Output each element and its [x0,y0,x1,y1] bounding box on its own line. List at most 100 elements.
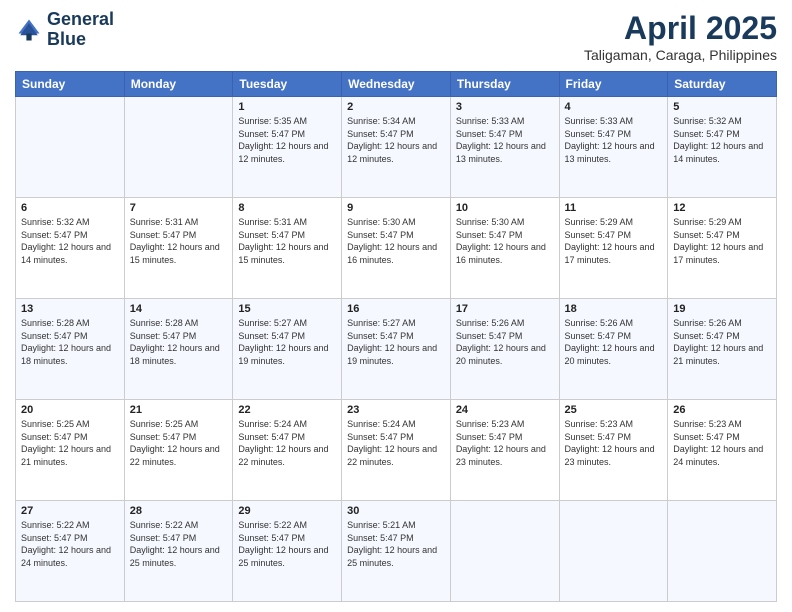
day-info: Sunrise: 5:31 AM Sunset: 5:47 PM Dayligh… [238,216,336,266]
calendar-week-row: 1Sunrise: 5:35 AM Sunset: 5:47 PM Daylig… [16,97,777,198]
calendar-cell [16,97,125,198]
calendar-day-header: Saturday [668,72,777,97]
calendar-cell: 9 Sunrise: 5:30 AM Sunset: 5:47 PM Daylig… [342,198,451,299]
calendar-cell: 26Sunrise: 5:23 AM Sunset: 5:47 PM Dayli… [668,400,777,501]
day-info: Sunrise: 5:26 AM Sunset: 5:47 PM Dayligh… [456,317,554,367]
day-number: 14 [130,303,228,315]
header: General Blue April 2025 Taligaman, Carag… [15,10,777,63]
day-number: 8 [238,202,336,214]
calendar-day-header: Wednesday [342,72,451,97]
day-number: 30 [347,505,445,517]
calendar-cell: 3 Sunrise: 5:33 AM Sunset: 5:47 PM Daylig… [450,97,559,198]
day-info: Sunrise: 5:22 AM Sunset: 5:47 PM Dayligh… [21,519,119,569]
calendar-day-header: Friday [559,72,668,97]
logo-icon [15,16,43,44]
calendar-day-header: Sunday [16,72,125,97]
day-info: Sunrise: 5:23 AM Sunset: 5:47 PM Dayligh… [456,418,554,468]
day-number: 18 [565,303,663,315]
calendar-cell: 10 Sunrise: 5:30 AM Sunset: 5:47 PM Dayli… [450,198,559,299]
day-number: 20 [21,404,119,416]
logo-text: General Blue [47,10,114,50]
calendar-cell: 30 Sunrise: 5:21 AM Sunset: 5:47 PM Dayli… [342,501,451,602]
day-info: Sunrise: 5:22 AM Sunset: 5:47 PM Dayligh… [238,519,336,569]
calendar-cell: 2 Sunrise: 5:34 AM Sunset: 5:47 PM Daylig… [342,97,451,198]
calendar-cell: 1Sunrise: 5:35 AM Sunset: 5:47 PM Daylig… [233,97,342,198]
calendar-cell: 19 Sunrise: 5:26 AM Sunset: 5:47 PM Dayli… [668,299,777,400]
calendar-day-header: Thursday [450,72,559,97]
day-info: Sunrise: 5:33 AM Sunset: 5:47 PM Dayligh… [456,115,554,165]
title-section: April 2025 Taligaman, Caraga, Philippine… [584,10,777,63]
day-info: Sunrise: 5:21 AM Sunset: 5:47 PM Dayligh… [347,519,445,569]
calendar-cell [124,97,233,198]
day-info: Sunrise: 5:29 AM Sunset: 5:47 PM Dayligh… [673,216,771,266]
day-info: Sunrise: 5:27 AM Sunset: 5:47 PM Dayligh… [347,317,445,367]
day-number: 13 [21,303,119,315]
calendar-cell: 7Sunrise: 5:31 AM Sunset: 5:47 PM Daylig… [124,198,233,299]
day-info: Sunrise: 5:30 AM Sunset: 5:47 PM Dayligh… [456,216,554,266]
calendar-cell [450,501,559,602]
day-info: Sunrise: 5:25 AM Sunset: 5:47 PM Dayligh… [130,418,228,468]
day-number: 12 [673,202,771,214]
calendar-cell: 14 Sunrise: 5:28 AM Sunset: 5:47 PM Dayli… [124,299,233,400]
day-number: 3 [456,101,554,113]
calendar-cell: 5 Sunrise: 5:32 AM Sunset: 5:47 PM Daylig… [668,97,777,198]
day-info: Sunrise: 5:23 AM Sunset: 5:47 PM Dayligh… [565,418,663,468]
day-number: 19 [673,303,771,315]
calendar-cell: 13 Sunrise: 5:28 AM Sunset: 5:47 PM Dayli… [16,299,125,400]
calendar-cell: 27 Sunrise: 5:22 AM Sunset: 5:47 PM Dayli… [16,501,125,602]
logo: General Blue [15,10,114,50]
day-info: Sunrise: 5:29 AM Sunset: 5:47 PM Dayligh… [565,216,663,266]
calendar-cell: 15Sunrise: 5:27 AM Sunset: 5:47 PM Dayli… [233,299,342,400]
day-info: Sunrise: 5:25 AM Sunset: 5:47 PM Dayligh… [21,418,119,468]
day-number: 29 [238,505,336,517]
calendar-cell: 8 Sunrise: 5:31 AM Sunset: 5:47 PM Daylig… [233,198,342,299]
location: Taligaman, Caraga, Philippines [584,47,777,63]
calendar-cell: 11Sunrise: 5:29 AM Sunset: 5:47 PM Dayli… [559,198,668,299]
calendar-cell: 21Sunrise: 5:25 AM Sunset: 5:47 PM Dayli… [124,400,233,501]
day-number: 9 [347,202,445,214]
calendar-week-row: 20 Sunrise: 5:25 AM Sunset: 5:47 PM Dayli… [16,400,777,501]
calendar-cell: 12 Sunrise: 5:29 AM Sunset: 5:47 PM Dayli… [668,198,777,299]
calendar-cell: 4 Sunrise: 5:33 AM Sunset: 5:47 PM Daylig… [559,97,668,198]
page: General Blue April 2025 Taligaman, Carag… [0,0,792,612]
calendar-cell: 17 Sunrise: 5:26 AM Sunset: 5:47 PM Dayli… [450,299,559,400]
day-number: 27 [21,505,119,517]
day-number: 16 [347,303,445,315]
day-info: Sunrise: 5:32 AM Sunset: 5:47 PM Dayligh… [21,216,119,266]
day-number: 2 [347,101,445,113]
calendar-week-row: 27 Sunrise: 5:22 AM Sunset: 5:47 PM Dayli… [16,501,777,602]
calendar-day-header: Monday [124,72,233,97]
day-info: Sunrise: 5:33 AM Sunset: 5:47 PM Dayligh… [565,115,663,165]
calendar-week-row: 13 Sunrise: 5:28 AM Sunset: 5:47 PM Dayli… [16,299,777,400]
day-number: 28 [130,505,228,517]
day-info: Sunrise: 5:22 AM Sunset: 5:47 PM Dayligh… [130,519,228,569]
calendar-table: SundayMondayTuesdayWednesdayThursdayFrid… [15,71,777,602]
day-number: 10 [456,202,554,214]
day-number: 17 [456,303,554,315]
day-number: 26 [673,404,771,416]
calendar-cell: 29 Sunrise: 5:22 AM Sunset: 5:47 PM Dayli… [233,501,342,602]
month-title: April 2025 [584,10,777,47]
calendar-cell: 28 Sunrise: 5:22 AM Sunset: 5:47 PM Dayli… [124,501,233,602]
day-info: Sunrise: 5:30 AM Sunset: 5:47 PM Dayligh… [347,216,445,266]
day-info: Sunrise: 5:34 AM Sunset: 5:47 PM Dayligh… [347,115,445,165]
day-number: 7 [130,202,228,214]
calendar-cell: 20 Sunrise: 5:25 AM Sunset: 5:47 PM Dayli… [16,400,125,501]
calendar-cell: 6Sunrise: 5:32 AM Sunset: 5:47 PM Daylig… [16,198,125,299]
day-info: Sunrise: 5:35 AM Sunset: 5:47 PM Dayligh… [238,115,336,165]
calendar-cell: 16 Sunrise: 5:27 AM Sunset: 5:47 PM Dayli… [342,299,451,400]
day-number: 25 [565,404,663,416]
calendar-cell [668,501,777,602]
calendar-header-row: SundayMondayTuesdayWednesdayThursdayFrid… [16,72,777,97]
day-number: 4 [565,101,663,113]
day-info: Sunrise: 5:24 AM Sunset: 5:47 PM Dayligh… [238,418,336,468]
day-number: 23 [347,404,445,416]
day-number: 5 [673,101,771,113]
day-info: Sunrise: 5:26 AM Sunset: 5:47 PM Dayligh… [673,317,771,367]
calendar-cell: 22 Sunrise: 5:24 AM Sunset: 5:47 PM Dayli… [233,400,342,501]
calendar-cell: 24Sunrise: 5:23 AM Sunset: 5:47 PM Dayli… [450,400,559,501]
day-info: Sunrise: 5:32 AM Sunset: 5:47 PM Dayligh… [673,115,771,165]
day-info: Sunrise: 5:28 AM Sunset: 5:47 PM Dayligh… [130,317,228,367]
day-number: 22 [238,404,336,416]
day-info: Sunrise: 5:28 AM Sunset: 5:47 PM Dayligh… [21,317,119,367]
